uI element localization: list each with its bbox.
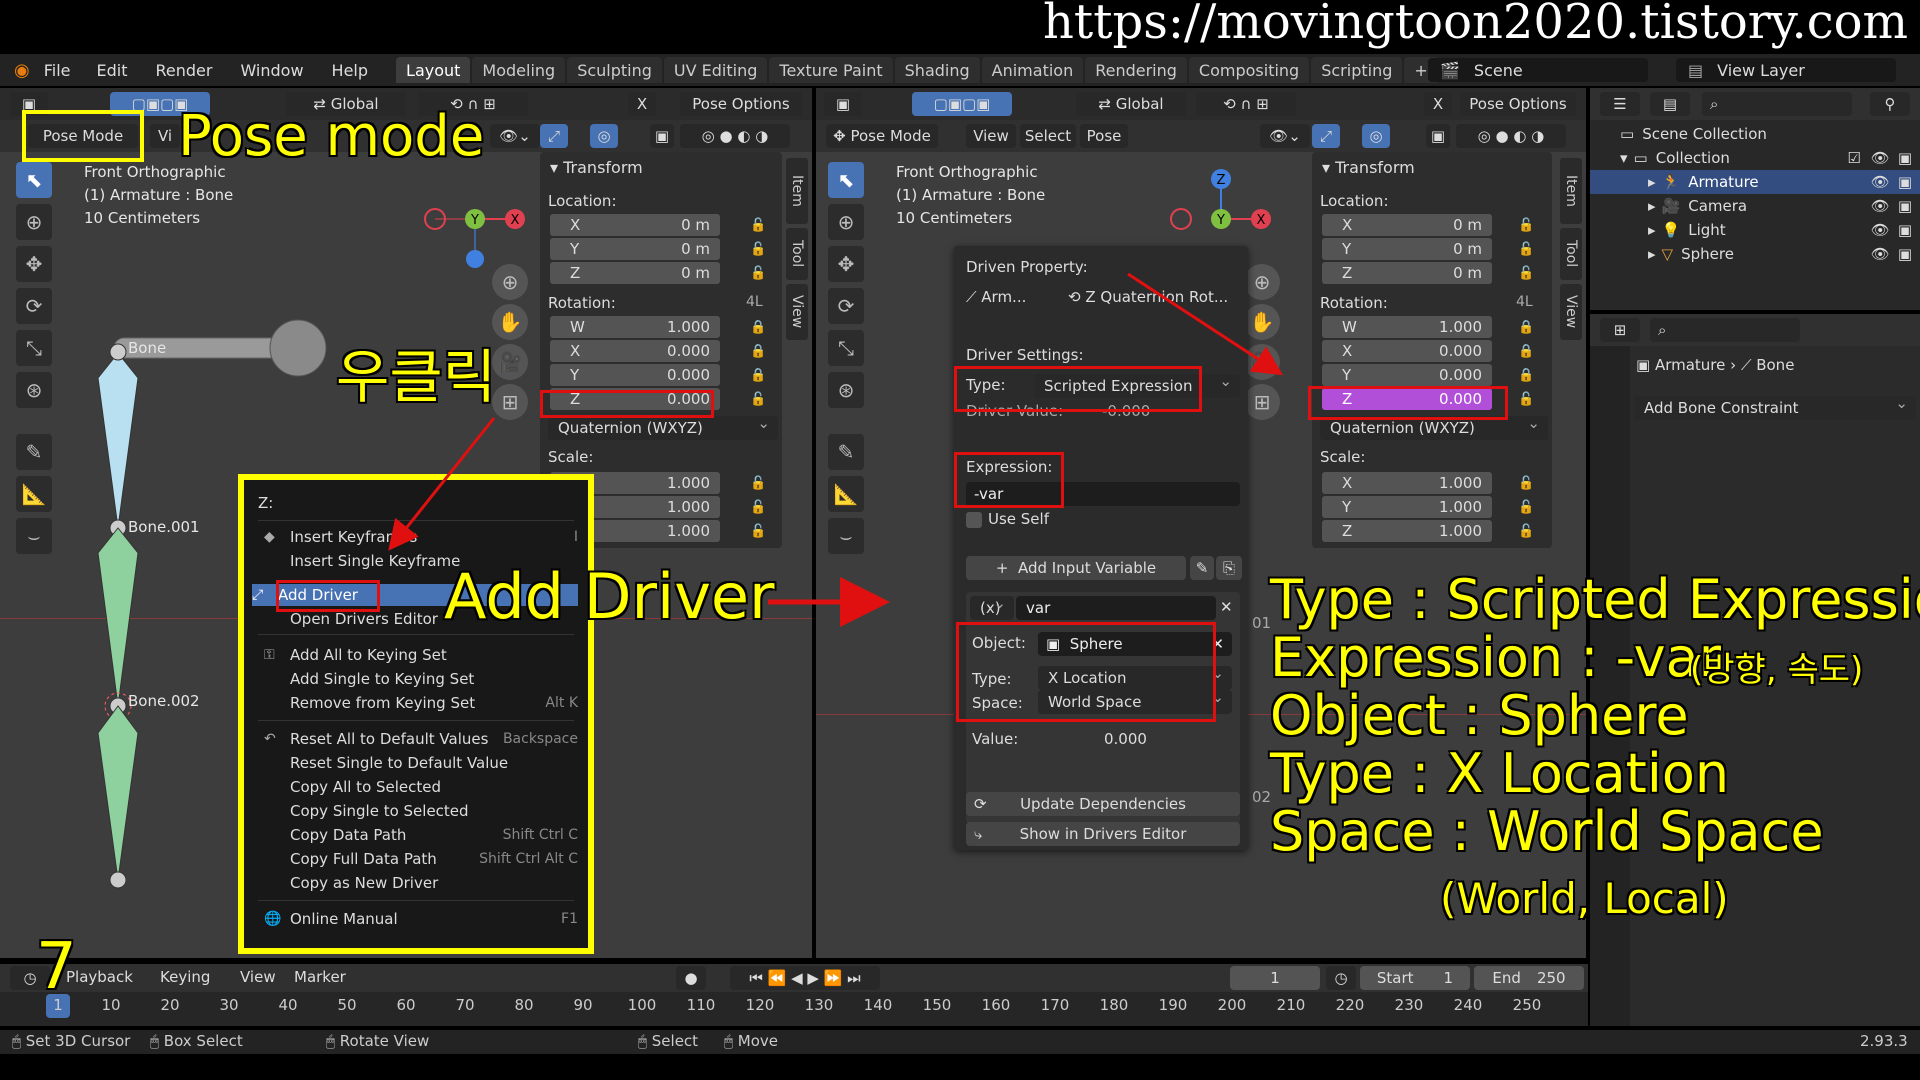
- annotation-summary-object: Object : Sphere: [1269, 683, 1690, 748]
- arrow-to-driven-field: [1127, 272, 1284, 376]
- annotation-step-number: 7: [35, 929, 78, 1005]
- annotation-summary-expression: Expression : -var: [1269, 625, 1722, 690]
- annotation-expression-note: (방향, 속도): [1689, 649, 1864, 691]
- annotation-summary-space: Space : World Space: [1269, 799, 1825, 864]
- annotation-right-click: 우클릭: [335, 342, 497, 412]
- arrow-to-add-driver: [388, 417, 496, 551]
- screenshot-root: https://movingtoon2020.tistory.com ◉ Fil…: [0, 0, 1920, 1080]
- annotation-summary-type: Type : Scripted Expression: [1269, 567, 1920, 632]
- annotation-summary-var-type: Type : X Location: [1269, 741, 1730, 806]
- annotation-add-driver: Add Driver: [443, 559, 776, 634]
- annotation-space-note: (World, Local): [1439, 873, 1730, 924]
- annotation-pose-mode: Pose mode: [177, 103, 485, 170]
